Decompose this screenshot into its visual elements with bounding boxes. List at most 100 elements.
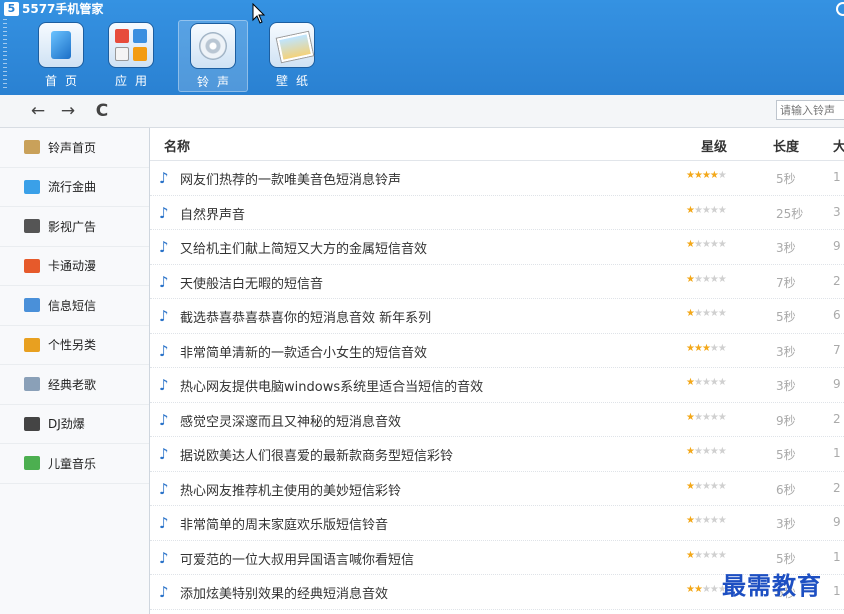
nav-tab-apps[interactable]: 应用 (96, 20, 166, 92)
star-icon: ★ (693, 549, 703, 561)
table-row[interactable]: ♪ 天使般洁白无暇的短信音 ★★★★★ 7秒 2 (150, 265, 844, 299)
star-icon: ★ (701, 377, 711, 388)
list-body: ♪ 网友们热荐的一款唯美音色短消息铃声 ★★★★★ 5秒 1 ♪ 自然界声音 ★★★★★ 25秒… (150, 161, 844, 614)
sidebar-item[interactable]: 儿童音乐 (0, 444, 149, 484)
sidebar-item[interactable]: 个性另类 (0, 326, 149, 365)
star-icon: ★ (686, 480, 695, 492)
table-row[interactable]: ♪ 截选恭喜恭喜恭喜你的短消息音效 新年系列 ★★★★★ 5秒 6 (150, 299, 844, 334)
table-row[interactable]: ♪十分受机友们欢迎的悦耳简单版短信铃音★★★★★7秒2 (150, 610, 844, 614)
music-note-icon: ♪ (159, 203, 169, 222)
star-icon: ★ (717, 515, 727, 526)
sidebar-item[interactable]: DJ劲爆 (0, 405, 149, 444)
ringtone-size: 9 (833, 377, 841, 391)
ringtone-name[interactable]: 网友们热荐的一款唯美音色短消息铃声 (180, 169, 401, 188)
sidebar-item-label: 儿童音乐 (48, 456, 97, 471)
star-icon: ★ (701, 170, 711, 181)
music-note-icon: ♪ (159, 376, 169, 394)
music-note-icon: ♪ (159, 341, 169, 360)
cartoon-icon (24, 258, 40, 273)
star-icon: ★ (693, 204, 703, 216)
star-rating: ★★★★★ (686, 584, 727, 595)
sidebar-item[interactable]: 流行金曲 (0, 168, 149, 207)
refresh-icon[interactable]: C (92, 101, 112, 121)
star-icon: ★ (717, 480, 727, 492)
back-icon[interactable]: ← (28, 101, 48, 121)
ringtone-name[interactable]: 据说欧美达人们很喜爱的最新款商务型短信彩铃 (180, 445, 453, 464)
ringtone-name[interactable]: 截选恭喜恭喜恭喜你的短消息音效 新年系列 (180, 307, 431, 326)
window-control-icon[interactable] (836, 2, 844, 16)
star-icon: ★ (709, 411, 719, 423)
star-icon: ★ (717, 204, 727, 216)
ringtone-name[interactable]: 天使般洁白无暇的短信音 (180, 273, 323, 292)
star-icon: ★ (701, 584, 711, 595)
ringtone-size: 3 (833, 204, 841, 219)
ringtone-duration: 6秒 (776, 482, 796, 497)
column-duration-header[interactable]: 长度 (773, 136, 799, 155)
table-row[interactable]: ♪ 非常简单清新的一款适合小女生的短信音效 ★★★★★ 3秒 7 (150, 334, 844, 368)
star-icon: ★ (686, 549, 695, 561)
ringtone-name[interactable]: 热心网友提供电脑windows系统里适合当短信的音效 (180, 376, 483, 395)
search-input[interactable] (776, 100, 844, 120)
star-icon: ★ (693, 480, 703, 492)
ringtone-name[interactable]: 可爱范的一位大叔用异国语言喊你看短信 (180, 549, 414, 568)
table-row[interactable]: ♪ 网友们热荐的一款唯美音色短消息铃声 ★★★★★ 5秒 1 (150, 161, 844, 196)
ringtone-home-icon (24, 140, 40, 155)
nav-tab-wallpaper[interactable]: 壁纸 (257, 20, 327, 92)
sidebar-item[interactable]: 铃声首页 (0, 128, 149, 168)
sms-icon (24, 298, 40, 313)
column-name-header[interactable]: 名称 (164, 136, 190, 155)
sidebar-item[interactable]: 信息短信 (0, 286, 149, 326)
sidebar-item[interactable]: 影视广告 (0, 207, 149, 247)
ringtone-size: 1 (833, 170, 841, 184)
forward-icon[interactable]: → (58, 101, 78, 121)
nav-tab-home[interactable]: 首页 (26, 20, 96, 92)
column-size-header[interactable]: 大 (833, 136, 844, 155)
table-row[interactable]: ♪ 自然界声音 ★★★★★ 25秒 3 (150, 196, 844, 230)
nav-tab-ringtones[interactable]: 铃声 (178, 20, 248, 92)
table-row[interactable]: ♪ 又给机主们献上简短又大方的金属短信音效 ★★★★★ 3秒 9 (150, 230, 844, 265)
ringtone-name[interactable]: 热心网友推荐机主使用的美妙短信彩铃 (180, 480, 401, 499)
star-icon: ★ (717, 377, 727, 388)
ringtone-name[interactable]: 自然界声音 (180, 204, 245, 223)
star-icon: ★ (693, 273, 703, 285)
star-icon: ★ (709, 515, 719, 526)
sidebar-item-label: 信息短信 (48, 298, 97, 313)
drag-grip[interactable] (3, 19, 7, 89)
sidebar-item[interactable]: 经典老歌 (0, 365, 149, 405)
ringtone-name[interactable]: 非常简单的周末家庭欢乐版短信铃音 (180, 514, 388, 533)
star-rating: ★★★★★ (686, 308, 727, 319)
table-row[interactable]: ♪ 非常简单的周末家庭欢乐版短信铃音 ★★★★★ 3秒 9 (150, 506, 844, 541)
star-rating: ★★★★★ (686, 273, 727, 285)
table-row[interactable]: ♪ 感觉空灵深邃而且又神秘的短消息音效 ★★★★★ 9秒 2 (150, 403, 844, 437)
star-rating: ★★★★★ (686, 480, 727, 492)
watermark-text: 最需教育 (722, 571, 822, 600)
star-icon: ★ (701, 515, 711, 526)
hit-songs-icon (24, 179, 40, 194)
ringtone-name[interactable]: 感觉空灵深邃而且又神秘的短消息音效 (180, 411, 401, 430)
star-rating: ★★★★★ (686, 446, 727, 457)
star-icon: ★ (686, 342, 695, 354)
star-icon: ★ (693, 446, 703, 457)
sidebar-item-label: 个性另类 (48, 338, 97, 353)
star-rating: ★★★★★ (686, 342, 727, 354)
table-row[interactable]: ♪ 热心网友提供电脑windows系统里适合当短信的音效 ★★★★★ 3秒 9 (150, 368, 844, 403)
sidebar-item[interactable]: 卡通动漫 (0, 247, 149, 286)
ringtone-duration: 25秒 (776, 206, 804, 221)
ringtone-name[interactable]: 非常简单清新的一款适合小女生的短信音效 (180, 342, 427, 361)
star-icon: ★ (686, 239, 695, 250)
ringtone-name[interactable]: 添加炫美特别效果的经典短消息音效 (180, 583, 388, 602)
star-icon: ★ (686, 308, 695, 319)
ringtone-name[interactable]: 又给机主们献上简短又大方的金属短信音效 (180, 238, 427, 257)
star-icon: ★ (709, 342, 719, 354)
phone-home-icon (38, 22, 84, 68)
sidebar-item-label: 经典老歌 (48, 377, 97, 392)
star-icon: ★ (709, 308, 719, 319)
table-row[interactable]: ♪ 热心网友推荐机主使用的美妙短信彩铃 ★★★★★ 6秒 2 (150, 472, 844, 506)
column-rating-header[interactable]: 星级 (701, 136, 727, 155)
table-row[interactable]: ♪ 据说欧美达人们很喜爱的最新款商务型短信彩铃 ★★★★★ 5秒 1 (150, 437, 844, 472)
star-icon: ★ (709, 480, 719, 492)
top-header: 5 5577手机管家 首页 应用 铃声 壁纸 (0, 0, 844, 95)
ringtone-duration: 3秒 (776, 379, 796, 393)
star-icon: ★ (701, 308, 711, 319)
classic-icon (24, 377, 40, 392)
